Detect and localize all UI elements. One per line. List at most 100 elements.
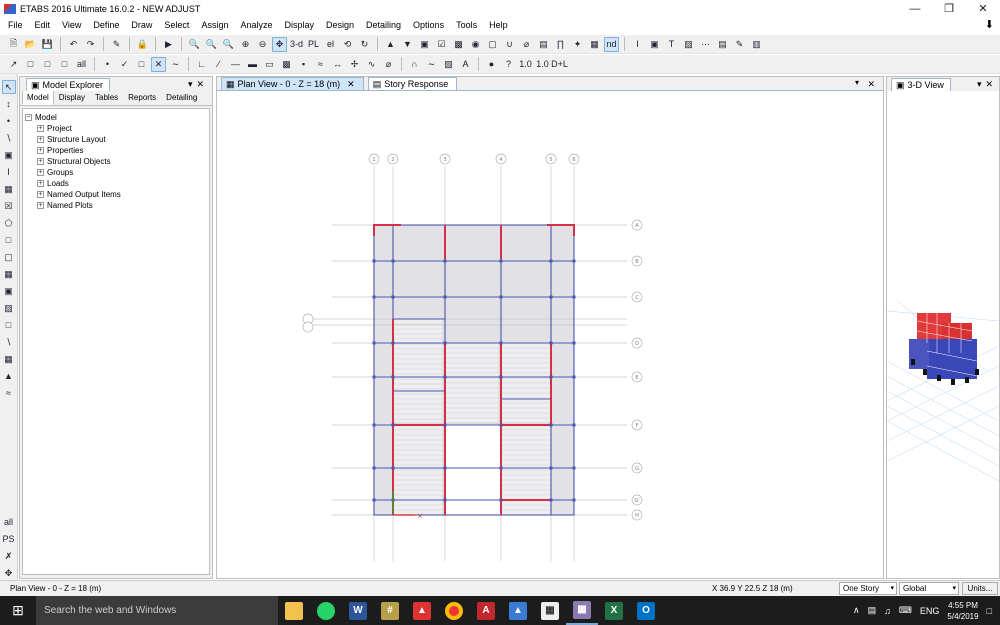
select-all-label[interactable]: all <box>74 57 89 72</box>
zoom-restore-icon[interactable]: 🔍 <box>204 37 219 52</box>
tree-item-project[interactable]: + Project <box>25 123 207 134</box>
draw-reference-icon[interactable]: ✢ <box>347 57 362 72</box>
close-window-button[interactable]: ✕ <box>966 0 1000 17</box>
expand-icon[interactable]: + <box>37 158 44 165</box>
menu-help[interactable]: Help <box>483 17 514 34</box>
plan-view-button[interactable]: PL <box>306 37 321 52</box>
draw-wave-icon[interactable]: ≈ <box>2 386 16 400</box>
taskbar-search-input[interactable]: Search the web and Windows <box>36 596 278 625</box>
display-options-icon[interactable]: ◉ <box>468 37 483 52</box>
coordinate-system-select[interactable]: Global ▾ <box>899 582 959 595</box>
node-display-button[interactable]: nd <box>604 36 619 52</box>
menu-define[interactable]: Define <box>87 17 125 34</box>
redo-icon[interactable]: ↷ <box>83 37 98 52</box>
plan-drawing[interactable]: 1 2 3 4 5 6 A B C D E F G G' H × <box>217 91 883 578</box>
menu-select[interactable]: Select <box>158 17 195 34</box>
draw-text-icon[interactable]: A <box>458 57 473 72</box>
wall-stack-icon[interactable]: ▥ <box>749 37 764 52</box>
joint-marker[interactable] <box>391 423 395 427</box>
menu-edit[interactable]: Edit <box>29 17 57 34</box>
draw-mesh-icon[interactable]: ▦ <box>2 352 16 366</box>
joint-marker[interactable] <box>443 466 447 470</box>
menu-view[interactable]: View <box>56 17 87 34</box>
joint-marker[interactable] <box>499 259 503 263</box>
menu-detailing[interactable]: Detailing <box>360 17 407 34</box>
select-previous-icon[interactable]: □ <box>40 57 55 72</box>
perspective-icon[interactable]: ↻ <box>357 37 372 52</box>
draw-area-icon[interactable]: ▢ <box>2 250 16 264</box>
new-model-icon[interactable]: 🗎 <box>6 37 21 52</box>
move-down-icon[interactable]: ▼ <box>400 37 415 52</box>
clear-selection-icon[interactable]: □ <box>57 57 72 72</box>
draw-wall-icon[interactable]: ▩ <box>279 57 294 72</box>
draw-opening-icon[interactable]: ▭ <box>262 57 277 72</box>
file-explorer-icon[interactable] <box>278 596 310 625</box>
whatsapp-icon[interactable] <box>310 596 342 625</box>
joint-marker[interactable] <box>572 375 576 379</box>
tree-item-named-plots[interactable]: + Named Plots <box>25 200 207 211</box>
outlook-icon[interactable]: O <box>630 596 662 625</box>
question-icon[interactable]: ? <box>501 57 516 72</box>
joint-marker[interactable] <box>499 423 503 427</box>
axes-icon[interactable]: ✥ <box>2 566 16 580</box>
app-grid-icon[interactable]: # <box>374 596 406 625</box>
draw-poly-icon[interactable]: ⬠ <box>2 216 16 230</box>
joint-marker[interactable] <box>499 466 503 470</box>
draw-wall-left-icon[interactable]: ▨ <box>2 301 16 315</box>
joint-marker[interactable] <box>549 498 553 502</box>
joint-marker[interactable] <box>372 295 376 299</box>
menu-analyze[interactable]: Analyze <box>234 17 278 34</box>
brace-icon[interactable]: ▨ <box>681 37 696 52</box>
notifications-icon[interactable]: □ <box>987 606 992 616</box>
expand-icon[interactable]: + <box>37 147 44 154</box>
photos-icon[interactable]: ▲ <box>502 596 534 625</box>
elevation-view-button[interactable]: el <box>323 37 338 52</box>
tab-display[interactable]: Display <box>54 90 90 105</box>
joint-marker[interactable] <box>372 423 376 427</box>
draw-link-icon[interactable]: ∖ <box>2 335 16 349</box>
network-icon[interactable]: ▤ <box>868 605 877 616</box>
joint-marker[interactable] <box>499 295 503 299</box>
tray-chevron-icon[interactable]: ∧ <box>853 605 860 616</box>
joint-marker[interactable] <box>391 295 395 299</box>
menu-options[interactable]: Options <box>407 17 450 34</box>
draw-beam-icon[interactable]: — <box>228 57 243 72</box>
tab-3d-view[interactable]: ▣ 3-D View <box>891 77 951 91</box>
joint-marker[interactable] <box>372 259 376 263</box>
tabs-dropdown-icon[interactable]: ▾ <box>855 78 859 87</box>
joint-marker[interactable] <box>443 423 447 427</box>
zoom-in-icon[interactable]: ⊕ <box>238 37 253 52</box>
draw-point-icon[interactable]: • <box>2 114 16 128</box>
draw-dimension-icon[interactable]: ↔ <box>330 57 345 72</box>
minimize-button[interactable]: — <box>898 0 932 17</box>
joint-marker[interactable] <box>372 375 376 379</box>
volume-icon[interactable]: ♫ <box>884 606 891 616</box>
save-icon[interactable]: 💾 <box>40 37 55 52</box>
draw-grid-frame-icon[interactable]: ▦ <box>2 182 16 196</box>
joint-marker[interactable] <box>391 259 395 263</box>
joint-marker[interactable] <box>572 295 576 299</box>
tree-root[interactable]: − Model <box>25 112 207 123</box>
joint-marker[interactable] <box>572 423 576 427</box>
expand-icon[interactable]: + <box>37 191 44 198</box>
frame-icon[interactable]: ∏ <box>553 37 568 52</box>
move-up-icon[interactable]: ▲ <box>383 37 398 52</box>
clock[interactable]: 4:55 PM 5/4/2019 <box>947 600 978 622</box>
3d-model-drawing[interactable] <box>887 91 999 578</box>
windows-start-icon[interactable]: ⊞ <box>0 596 36 625</box>
tree-item-structural-objects[interactable]: + Structural Objects <box>25 156 207 167</box>
joint-marker[interactable] <box>549 259 553 263</box>
tree-item-groups[interactable]: + Groups <box>25 167 207 178</box>
joint-marker[interactable] <box>572 466 576 470</box>
chrome-icon[interactable] <box>438 596 470 625</box>
menu-design[interactable]: Design <box>320 17 360 34</box>
keyboard-icon[interactable]: ⌨ <box>899 605 912 616</box>
joint-marker[interactable] <box>443 375 447 379</box>
pencil-icon[interactable]: ✎ <box>109 37 124 52</box>
ps-select-button[interactable]: PS <box>2 532 16 546</box>
joint-marker[interactable] <box>549 295 553 299</box>
beam-icon[interactable]: T <box>664 37 679 52</box>
slab-icon[interactable]: ▣ <box>647 37 662 52</box>
reshape-icon[interactable]: ↕ <box>2 97 16 111</box>
excel-icon[interactable]: X <box>598 596 630 625</box>
